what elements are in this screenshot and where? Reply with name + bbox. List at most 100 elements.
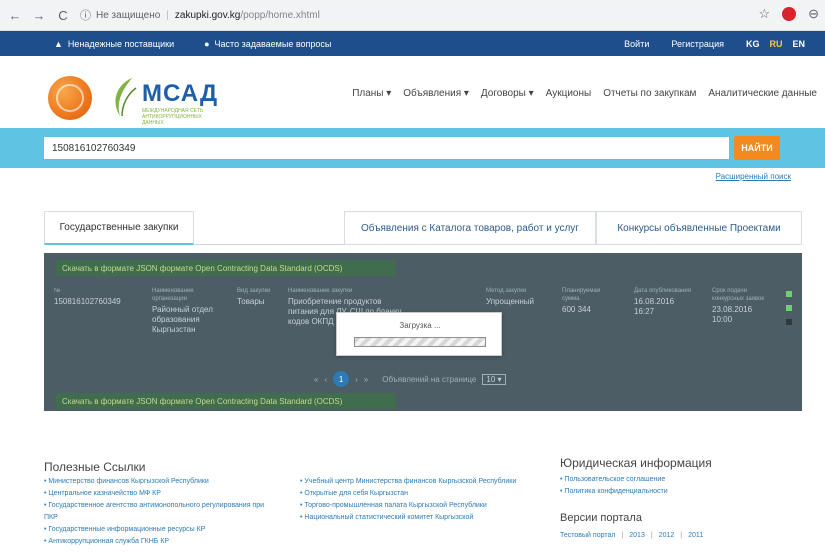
top-bar-right: Войти Регистрация KG RU EN <box>624 31 805 56</box>
version-link[interactable]: 2013 <box>629 532 645 539</box>
header-amount: Планируемая сумма <box>562 288 601 302</box>
browser-toolbar: ← → C ⓘ Не защищено | zakupki.gov.kg /po… <box>0 0 825 31</box>
lang-ru[interactable]: RU <box>769 39 782 49</box>
value-amount: 600 344 <box>562 305 591 314</box>
login-link[interactable]: Войти <box>624 39 649 49</box>
status-icon[interactable] <box>786 319 792 325</box>
ocds-export-link-bottom[interactable]: Скачать в формате JSON формате Open Cont… <box>56 393 396 409</box>
cell-type: Вид закупки Товары <box>237 287 277 307</box>
cell-organization: Наименование организации Районный отдел … <box>152 287 222 335</box>
warning-icon: ▲ <box>54 38 63 49</box>
faq-link[interactable]: ● Часто задаваемые вопросы <box>204 39 331 49</box>
reload-icon[interactable]: C <box>54 6 72 24</box>
brand-subtitle: МЕЖДУНАРОДНАЯ СЕТЬ АНТИКОРРУПЦИОННЫХ ДАН… <box>142 108 204 126</box>
unreliable-suppliers-link[interactable]: ▲ Ненадежные поставщики <box>54 39 174 49</box>
view-icon[interactable] <box>786 291 792 297</box>
header-number: № <box>54 288 61 294</box>
lang-en[interactable]: EN <box>792 39 805 49</box>
header-deadline: Срок подачи конкурсных заявок <box>712 288 765 302</box>
menu-auctions[interactable]: Аукционы <box>546 88 592 99</box>
version-link[interactable]: Тестовый портал <box>560 532 615 539</box>
header-subject: Наименование закупки <box>288 288 353 294</box>
address-bar[interactable]: ⓘ Не защищено | zakupki.gov.kg /popp/hom… <box>80 4 680 26</box>
language-switcher: KG RU EN <box>746 39 805 49</box>
value-type: Товары <box>237 297 265 306</box>
back-icon[interactable]: ← <box>6 6 24 24</box>
main-menu: Планы ▾ Объявления ▾ Договоры ▾ Аукционы… <box>352 88 817 99</box>
legal-links: Пользовательское соглашение Политика кон… <box>560 474 790 498</box>
globe-logo-icon[interactable] <box>48 76 92 120</box>
current-page[interactable]: 1 <box>333 371 350 387</box>
advanced-search-link[interactable]: Расширенный поиск <box>716 172 791 181</box>
row-actions <box>786 291 792 325</box>
menu-contracts[interactable]: Договоры ▾ <box>481 88 534 99</box>
cell-deadline: Срок подачи конкурсных заявок 23.08.2016… <box>712 287 770 325</box>
ocds-export-link-top[interactable]: Скачать в формате JSON формате Open Cont… <box>56 260 396 276</box>
menu-reports[interactable]: Отчеты по закупкам <box>603 88 696 99</box>
account-icon[interactable]: ⊖ <box>808 6 819 22</box>
per-page-select[interactable]: 10 ▾ <box>482 373 506 385</box>
cell-number: № 150816102760349 <box>54 287 121 307</box>
footer-link[interactable]: Антикоррупционная служба ГКНБ КР <box>44 536 274 548</box>
loading-dialog: Загрузка ... <box>336 312 502 356</box>
next-page-button[interactable]: › <box>355 375 358 384</box>
version-link[interactable]: 2012 <box>659 532 675 539</box>
address-separator: | <box>166 9 169 21</box>
footer-link[interactable]: Государственное агентство антимонопольно… <box>44 500 274 524</box>
forward-icon[interactable]: → <box>30 6 48 24</box>
footer-link[interactable]: Политика конфиденциальности <box>560 486 790 498</box>
tab-bar: Государственные закупки Объявления с Кат… <box>44 211 802 245</box>
header-organization: Наименование организации <box>152 288 194 302</box>
search-input[interactable] <box>44 137 729 159</box>
useful-links-col2: Учебный центр Министерства финансов Кырг… <box>300 476 550 524</box>
search-button[interactable]: НАЙТИ <box>734 136 780 160</box>
per-page-label: Объявлений на странице <box>382 374 477 384</box>
first-page-button[interactable]: « <box>314 375 318 384</box>
opera-icon[interactable] <box>782 7 797 21</box>
useful-links-title: Полезные Ссылки <box>44 460 146 474</box>
footer: Полезные Ссылки Министерство финансов Кы… <box>0 440 825 553</box>
star-icon[interactable]: ☆ <box>758 6 770 22</box>
address-path: /popp/home.xhtml <box>240 9 320 21</box>
tab-catalog-announcements[interactable]: Объявления с Каталога товаров, работ и у… <box>344 211 596 245</box>
loading-progress-bar <box>354 337 486 347</box>
header-published: Дата опубликования <box>634 288 692 294</box>
menu-analytics[interactable]: Аналитические данные <box>708 88 817 99</box>
menu-announcements[interactable]: Объявления ▾ <box>403 88 469 99</box>
tab-state-procurement[interactable]: Государственные закупки <box>44 211 194 245</box>
portal-versions-title: Версии портала <box>560 512 642 524</box>
header-type: Вид закупки <box>237 288 271 294</box>
cell-method: Метод закупки Упрощенный <box>486 287 546 307</box>
footer-link[interactable]: Центральное казначейство МФ КР <box>44 488 274 500</box>
brand[interactable]: МСАД МЕЖДУНАРОДНАЯ СЕТЬ АНТИКОРРУПЦИОННЫ… <box>142 80 218 126</box>
footer-link[interactable]: Торгово-промышленная палата Кыргызской Р… <box>300 500 550 512</box>
value-published: 16.08.2016 16:27 <box>634 297 675 316</box>
version-link[interactable]: 2011 <box>688 532 703 539</box>
info-icon[interactable]: ⓘ <box>80 7 91 23</box>
menu-plans[interactable]: Планы ▾ <box>352 88 391 99</box>
question-icon: ● <box>204 38 210 49</box>
lang-kg[interactable]: KG <box>746 39 760 49</box>
browser-actions: ☆ ⊖ <box>758 6 819 22</box>
last-page-button[interactable]: » <box>364 375 368 384</box>
document-icon[interactable] <box>786 305 792 311</box>
footer-link[interactable]: Открытые для себя Кыргызстан <box>300 488 550 500</box>
top-bar: ▲ Ненадежные поставщики ● Часто задаваем… <box>0 31 825 56</box>
prev-page-button[interactable]: ‹ <box>324 375 327 384</box>
value-number: 150816102760349 <box>54 297 121 306</box>
header-method: Метод закупки <box>486 288 527 294</box>
version-separator: | <box>621 532 624 539</box>
footer-link[interactable]: Пользовательское соглашение <box>560 474 790 486</box>
footer-link[interactable]: Министерство финансов Кыргызской Республ… <box>44 476 274 488</box>
value-method: Упрощенный <box>486 297 534 306</box>
footer-link[interactable]: Национальный статистический комитет Кырг… <box>300 512 550 524</box>
footer-link[interactable]: Государственные информационные ресурсы К… <box>44 524 274 536</box>
tab-project-tenders[interactable]: Конкурсы объявленные Проектами <box>596 211 802 245</box>
search-bar: НАЙТИ <box>0 128 825 168</box>
register-link[interactable]: Регистрация <box>671 39 724 49</box>
cell-published: Дата опубликования 16.08.2016 16:27 <box>634 287 694 317</box>
footer-link[interactable]: Учебный центр Министерства финансов Кырг… <box>300 476 550 488</box>
brand-name: МСАД <box>142 80 219 107</box>
value-deadline: 23.08.2016 10:00 <box>712 305 753 324</box>
loading-label: Загрузка ... <box>399 321 441 330</box>
